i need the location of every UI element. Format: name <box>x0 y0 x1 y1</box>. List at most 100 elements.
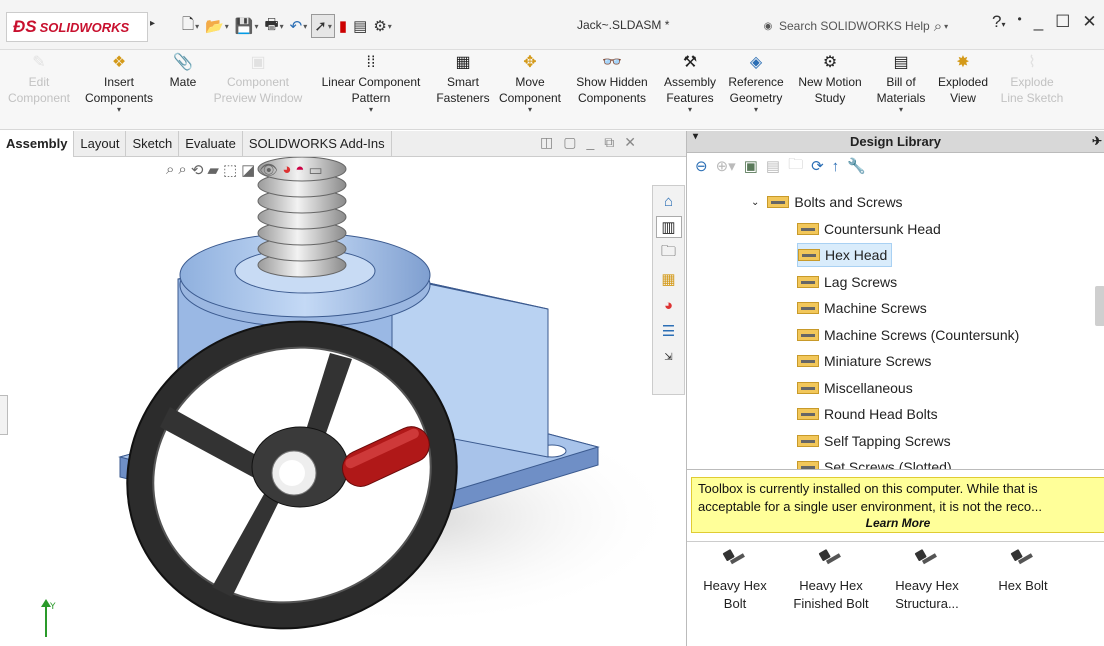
pin-task-pane-icon[interactable]: ⇲ <box>656 346 682 368</box>
tab-assembly[interactable]: Assembly <box>0 131 75 157</box>
tree-scrollbar-thumb[interactable] <box>1095 286 1104 326</box>
custom-properties-icon[interactable]: ☰ <box>656 320 682 342</box>
search-scope-icon[interactable]: ◉ <box>757 21 779 32</box>
assembly-features-button[interactable]: ⚒ Assembly Features ▾ <box>658 50 722 129</box>
pane-grip-icon[interactable]: ▾ <box>693 131 698 142</box>
tree-item-miscellaneous[interactable]: Miscellaneous <box>797 376 913 400</box>
tree-item-countersunk-head[interactable]: Countersunk Head <box>797 217 941 241</box>
help-button[interactable]: ?▾ <box>992 12 1005 32</box>
help-search-box[interactable]: ◉ Search SOLIDWORKS Help ⌕ ▾ <box>757 14 987 38</box>
tab-solidworks-add-ins[interactable]: SOLIDWORKS Add-Ins <box>243 131 392 157</box>
add-to-library-icon[interactable]: ▣ <box>744 157 758 175</box>
tree-item-lag-screws[interactable]: Lag Screws <box>797 270 897 294</box>
edit-component-button[interactable]: ✎ Edit Component <box>0 50 78 129</box>
tree-item-set-screws-slotted[interactable]: Set Screws (Slotted) <box>797 455 952 470</box>
show-hidden-components-button[interactable]: 👓 Show Hidden Components <box>566 50 658 129</box>
view-orientation-icon[interactable]: ⬚ <box>223 161 237 179</box>
file-properties-icon[interactable]: ▤ <box>351 14 369 38</box>
linear-component-pattern-button[interactable]: ⁞⁞ Linear Component Pattern ▾ <box>310 50 432 129</box>
options-gear-icon[interactable]: ⚙ ▾ <box>371 14 393 38</box>
file-explorer-folder-icon[interactable]: 🗀 <box>656 242 682 264</box>
viewport-minimize-icon[interactable]: _ <box>586 134 594 151</box>
linear-pattern-dropdown-icon[interactable]: ▾ <box>369 106 373 114</box>
viewport-tile-icon[interactable]: ▢ <box>563 134 576 151</box>
new-document-icon[interactable]: 🗋 ▾ <box>180 14 201 38</box>
zoom-to-fit-icon[interactable]: ⌕ <box>166 161 174 179</box>
exploded-view-button[interactable]: ✸ Exploded View <box>932 50 994 129</box>
zoom-to-area-icon[interactable]: ⌕ <box>178 161 186 179</box>
reference-geometry-dropdown-icon[interactable]: ▾ <box>754 106 758 114</box>
feature-manager-collapse-handle[interactable] <box>0 395 8 435</box>
search-dropdown-icon[interactable]: ▾ <box>944 22 948 31</box>
viewport-split-icon[interactable]: ◫ <box>540 134 553 151</box>
search-icon[interactable]: ⌕ <box>934 18 942 35</box>
refresh-icon[interactable]: ⟳ <box>811 157 824 175</box>
hide-show-items-icon[interactable]: 👁 <box>259 161 278 179</box>
collapse-chevron-icon[interactable]: ⌄ <box>751 197 759 208</box>
tree-folder-bolts-and-screws[interactable]: ⌄ Bolts and Screws <box>751 190 903 214</box>
close-icon[interactable]: ✕ <box>1082 12 1096 32</box>
jack-assembly-model[interactable] <box>0 157 686 646</box>
component-preview-window-button[interactable]: ▣ Component Preview Window <box>206 50 310 129</box>
solidworks-resources-home-icon[interactable]: ⌂ <box>656 190 682 212</box>
tree-item-self-tapping-screws[interactable]: Self Tapping Screws <box>797 429 951 453</box>
appearances-scenes-icon[interactable]: ◕ <box>656 294 682 316</box>
viewport-restore-icon[interactable]: ⧉ <box>604 134 614 151</box>
apply-scene-icon[interactable]: ◓ <box>295 161 304 179</box>
mate-button[interactable]: 📎 Mate <box>160 50 206 129</box>
ribbon-options-icon[interactable]: • <box>1017 12 1021 32</box>
bill-of-materials-button[interactable]: ▤ Bill of Materials ▾ <box>870 50 932 129</box>
part-heavy-hex-finished-bolt[interactable]: Heavy Hex Finished Bolt <box>783 543 879 646</box>
tree-item-machine-screws[interactable]: Machine Screws <box>797 296 927 320</box>
tree-item-machine-screws-countersunk[interactable]: Machine Screws (Countersunk) <box>797 323 1019 347</box>
bolt-folder-icon <box>797 329 819 341</box>
new-motion-study-button[interactable]: ⚙ New Motion Study <box>790 50 870 129</box>
part-heavy-hex-structural[interactable]: Heavy Hex Structura... <box>879 543 975 646</box>
tree-item-round-head-bolts[interactable]: Round Head Bolts <box>797 402 938 426</box>
add-file-location-icon[interactable]: ▤ <box>766 157 780 175</box>
design-library-icon[interactable]: ▥ <box>655 216 682 238</box>
select-cursor-icon[interactable]: ➚ ▾ <box>311 14 335 38</box>
bill-of-materials-dropdown-icon[interactable]: ▾ <box>899 106 903 114</box>
toolbox-wrench-icon[interactable]: 🔧 <box>847 157 866 175</box>
reference-geometry-button[interactable]: ◈ Reference Geometry ▾ <box>722 50 790 129</box>
learn-more-link[interactable]: Learn More <box>698 516 1098 530</box>
create-new-folder-icon[interactable]: 🗀 <box>788 154 803 179</box>
print-icon[interactable]: 🖶 ▾ <box>262 14 285 38</box>
tree-item-hex-head[interactable]: Hex Head <box>797 243 893 267</box>
part-heavy-hex-bolt[interactable]: Heavy Hex Bolt <box>687 543 783 646</box>
graphics-viewport[interactable]: ⌕ ⌕ ⟲ ▰ ⬚ ◪ 👁 ◕ ◓ ▭ Y <box>0 157 686 646</box>
part-hex-bolt[interactable]: Hex Bolt <box>975 543 1071 646</box>
display-style-icon[interactable]: ◪ <box>241 161 255 179</box>
pin-icon[interactable]: ✈ <box>1092 134 1102 148</box>
logo-menu-arrow-icon[interactable]: ▸ <box>150 18 155 29</box>
viewport-close-icon[interactable]: ✕ <box>624 134 636 151</box>
move-component-button[interactable]: ✥ Move Component ▾ <box>494 50 566 129</box>
minimize-icon[interactable]: _ <box>1034 12 1043 32</box>
view-palette-icon[interactable]: ▦ <box>656 268 682 290</box>
tree-item-miniature-screws[interactable]: Miniature Screws <box>797 349 931 373</box>
assembly-features-dropdown-icon[interactable]: ▾ <box>688 106 692 114</box>
section-view-icon[interactable]: ▰ <box>207 161 219 179</box>
insert-components-button[interactable]: ❖ Insert Components ▾ <box>78 50 160 129</box>
edit-appearance-icon[interactable]: ◕ <box>282 161 291 179</box>
insert-components-dropdown-icon[interactable]: ▾ <box>117 106 121 114</box>
forward-arrow-icon[interactable]: ⊕▾ <box>716 157 736 175</box>
smart-fasteners-button[interactable]: ▦ Smart Fasteners <box>432 50 494 129</box>
previous-view-icon[interactable]: ⟲ <box>191 161 204 179</box>
maximize-icon[interactable]: ☐ <box>1055 12 1070 32</box>
tab-sketch[interactable]: Sketch <box>126 131 180 157</box>
view-settings-icon[interactable]: ▭ <box>308 161 322 179</box>
solidworks-logo[interactable]: ƉS SOLIDWORKS <box>6 12 148 42</box>
tab-evaluate[interactable]: Evaluate <box>179 131 243 157</box>
tab-layout[interactable]: Layout <box>74 131 127 157</box>
move-component-dropdown-icon[interactable]: ▾ <box>528 106 532 114</box>
rebuild-traffic-light-icon[interactable]: ▮ <box>337 14 349 38</box>
save-icon[interactable]: 💾 ▾ <box>233 14 261 38</box>
open-document-icon[interactable]: 📂 ▾ <box>203 14 231 38</box>
back-arrow-icon[interactable]: ⊖ <box>695 157 708 175</box>
undo-icon[interactable]: ↶ ▾ <box>288 14 310 38</box>
up-one-level-icon[interactable]: ↑ <box>832 158 840 175</box>
explode-line-sketch-button[interactable]: ⌇ Explode Line Sketch <box>994 50 1070 129</box>
pane-splitter[interactable] <box>687 536 1104 542</box>
